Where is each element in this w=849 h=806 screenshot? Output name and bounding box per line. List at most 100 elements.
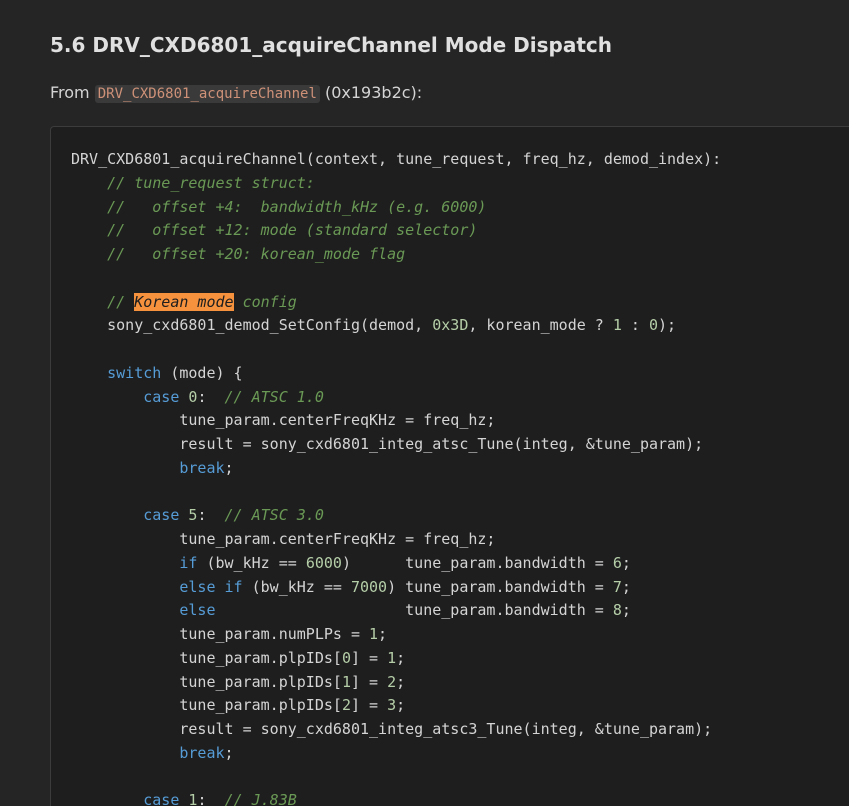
code-line: tune_param.centerFreqKHz = freq_hz;	[71, 408, 495, 432]
code-token: ] =	[350, 672, 388, 691]
code-token: // offset +20: korean_mode flag	[107, 245, 406, 263]
code-token: ;	[396, 648, 406, 667]
code-token: 6000	[305, 553, 342, 572]
code-token: ] =	[350, 696, 388, 715]
code-line: tune_param.plpIDs[1] = 2;	[71, 670, 405, 694]
code-line: break;	[71, 456, 234, 480]
from-label: From	[50, 83, 90, 102]
code-token: else	[179, 601, 216, 620]
code-token: 7000	[350, 577, 388, 596]
code-block[interactable]: DRV_CXD6801_acquireChannel(context, tune…	[50, 126, 849, 806]
code-token: tune_param.numPLPs =	[71, 625, 370, 643]
code-token: result = sony_cxd6801_integ_atsc_Tune(in…	[71, 435, 704, 453]
code-token: 1	[387, 648, 397, 667]
code-token: tune_param.plpIDs[	[71, 648, 342, 667]
code-token: config	[233, 292, 297, 311]
code-line: tune_param.centerFreqKHz = freq_hz;	[71, 527, 495, 551]
code-token: ;	[396, 696, 406, 715]
code-token: case	[143, 387, 180, 406]
code-line: // offset +12: mode (standard selector)	[71, 218, 477, 242]
code-line: switch (mode) {	[71, 361, 243, 385]
function-address: (0x193b2c):	[324, 83, 423, 102]
code-token: // offset +4: bandwidth_kHz (e.g. 6000)	[107, 197, 487, 216]
code-token: tune_param.bandwidth =	[215, 601, 613, 620]
code-line: result = sony_cxd6801_integ_atsc3_Tune(i…	[71, 717, 712, 741]
code-line: // Korean mode config	[71, 290, 297, 314]
code-token: sony_cxd6801_demod_SetConfig(demod,	[71, 316, 433, 335]
code-token: DRV_CXD6801_acquireChannel(context, tune…	[71, 150, 722, 168]
code-token: ) tune_param.bandwidth =	[341, 553, 613, 572]
code-token: 0	[341, 648, 351, 667]
code-token: // offset +12: mode (standard selector)	[107, 221, 478, 240]
code-token: :	[197, 506, 225, 525]
code-token: 2	[341, 696, 351, 715]
code-token: :	[197, 387, 225, 406]
code-line: // offset +20: korean_mode flag	[71, 242, 405, 266]
code-token: // J.83B	[224, 791, 297, 806]
code-token: break	[179, 458, 225, 477]
code-token: ;	[621, 553, 631, 572]
code-token: else if	[179, 577, 243, 596]
code-line: tune_param.plpIDs[2] = 3;	[71, 693, 405, 717]
code-token: 0x3D	[432, 316, 469, 335]
code-line: break;	[71, 741, 233, 765]
code-token: 8	[612, 601, 622, 620]
code-token: 0	[648, 316, 659, 335]
code-line: if (bw_kHz == 6000) tune_param.bandwidth…	[71, 551, 631, 575]
search-highlight: Korean mode	[134, 292, 234, 311]
code-token: if	[179, 553, 198, 572]
code-token: ) tune_param.bandwidth =	[387, 577, 613, 596]
code-token: break	[179, 743, 225, 762]
code-token: ;	[621, 577, 631, 596]
code-token: ;	[378, 625, 388, 643]
code-token: case	[143, 506, 180, 525]
code-token: 1	[612, 316, 622, 335]
code-token: );	[658, 316, 677, 335]
code-token: //	[107, 292, 135, 311]
code-line: // tune_request struct:	[71, 171, 315, 195]
code-token: 2	[387, 672, 397, 691]
code-token: result = sony_cxd6801_integ_atsc3_Tune(i…	[71, 720, 713, 738]
code-token: ;	[396, 672, 406, 691]
code-line: case 1: // J.83B	[71, 788, 297, 806]
code-token: (mode) {	[161, 363, 243, 382]
code-token: tune_param.plpIDs[	[71, 672, 342, 691]
code-line: tune_param.numPLPs = 1;	[71, 622, 387, 646]
code-token: tune_param.centerFreqKHz = freq_hz;	[71, 530, 496, 548]
code-line: else tune_param.bandwidth = 8;	[71, 598, 631, 622]
code-token: tune_param.plpIDs[	[71, 696, 342, 715]
code-token: ;	[224, 458, 234, 477]
code-line: DRV_CXD6801_acquireChannel(context, tune…	[71, 147, 721, 171]
code-token: 1	[369, 625, 379, 643]
code-token: tune_param.centerFreqKHz = freq_hz;	[71, 411, 496, 430]
code-line: result = sony_cxd6801_integ_atsc_Tune(in…	[71, 432, 703, 456]
code-line: case 0: // ATSC 1.0	[71, 385, 324, 409]
code-line: case 5: // ATSC 3.0	[71, 503, 324, 527]
code-token: 7	[612, 577, 622, 596]
code-token: (bw_kHz ==	[197, 553, 306, 572]
code-line: else if (bw_kHz == 7000) tune_param.band…	[71, 575, 631, 599]
code-line: tune_param.plpIDs[0] = 1;	[71, 646, 405, 670]
code-token: switch	[107, 363, 162, 382]
code-line: // offset +4: bandwidth_kHz (e.g. 6000)	[71, 195, 486, 219]
code-token: :	[621, 316, 649, 335]
code-token: 1	[341, 672, 351, 691]
code-token: ;	[621, 601, 631, 620]
section-heading: 5.6 DRV_CXD6801_acquireChannel Mode Disp…	[50, 33, 613, 57]
code-token: :	[197, 791, 225, 806]
code-token: (bw_kHz ==	[242, 577, 351, 596]
code-token: case	[143, 791, 180, 806]
